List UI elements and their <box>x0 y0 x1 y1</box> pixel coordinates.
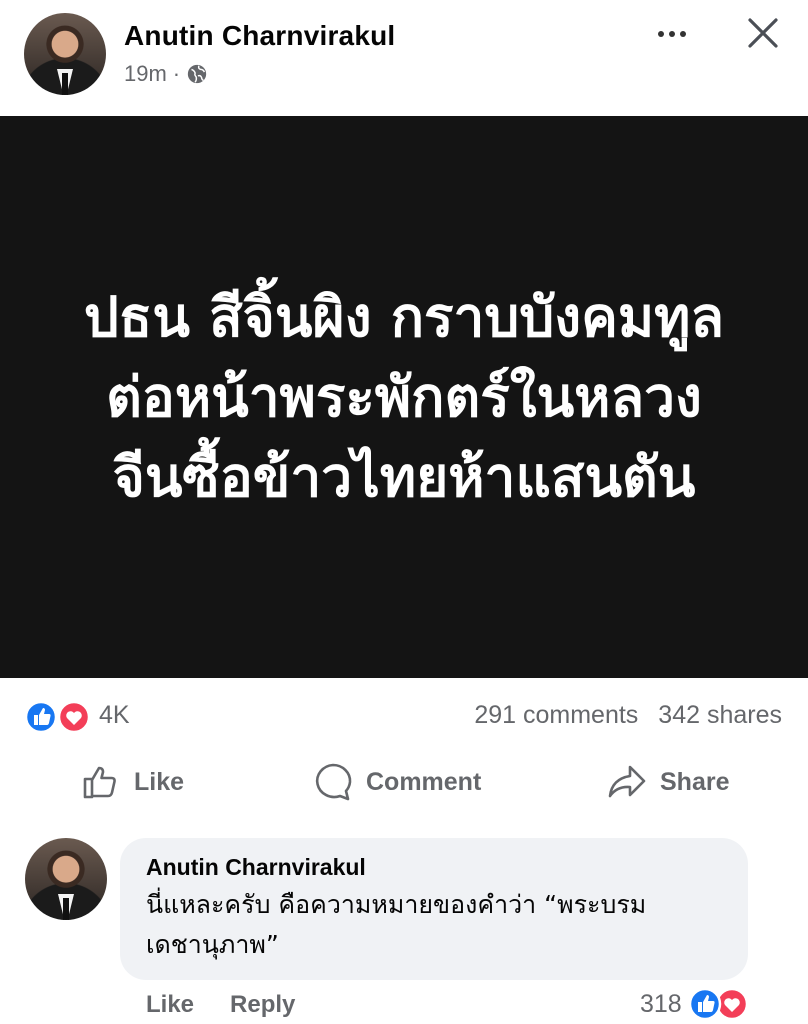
shares-count[interactable]: 342 shares <box>658 701 782 730</box>
comment-reaction-count: 318 <box>640 989 682 1018</box>
comment-actions: Like Reply <box>146 991 295 1019</box>
globe-icon <box>187 64 207 84</box>
comment-like-button[interactable]: Like <box>146 991 194 1019</box>
comment-reactions[interactable]: 318 <box>640 987 750 1021</box>
close-icon[interactable] <box>744 14 782 52</box>
post-image-line-2: ต่อหน้าพระพักตร์ในหลวง <box>106 365 702 429</box>
author-avatar[interactable] <box>24 13 106 95</box>
like-label: Like <box>134 767 185 796</box>
comments-count[interactable]: 291 comments <box>474 701 638 730</box>
comment-bubble-icon <box>315 763 352 801</box>
meta-separator: · <box>172 61 181 86</box>
post-image-line-3: จีนซื้อข้าวไทยห้าแสนตัน <box>112 445 696 509</box>
more-options-icon[interactable] <box>652 20 692 48</box>
post-meta: 19m · <box>124 61 208 87</box>
comment-reaction-icons <box>688 987 748 1021</box>
post-header: Anutin Charnvirakul 19m · <box>0 0 808 116</box>
comment-text-line-2: เดชานุภาพ” <box>146 930 279 959</box>
share-button[interactable]: Share <box>606 760 729 804</box>
comment-reply-button[interactable]: Reply <box>230 991 295 1019</box>
post-time[interactable]: 19m <box>124 61 167 87</box>
thumbs-up-icon <box>83 766 116 799</box>
post-image-line-1: ปธน สีจิ้นผิง กราบบังคมทูล <box>83 285 725 349</box>
comment-button[interactable]: Comment <box>312 760 481 804</box>
author-name[interactable]: Anutin Charnvirakul <box>124 20 395 52</box>
commenter-name[interactable]: Anutin Charnvirakul <box>146 854 722 881</box>
commenter-avatar[interactable] <box>25 838 107 920</box>
share-label: Share <box>660 767 730 796</box>
comment-text-line-1: นี่แหละครับ คือความหมายของคำว่า “พระบรม <box>146 890 647 919</box>
comment-bubble[interactable]: Anutin Charnvirakul นี่แหละครับ คือความห… <box>120 838 748 980</box>
reaction-icons[interactable] <box>24 700 92 734</box>
post-stats: 4K 291 comments 342 shares <box>0 692 808 742</box>
share-arrow-icon <box>608 765 646 798</box>
post-action-bar: Like Comment Share <box>0 752 808 812</box>
reaction-count[interactable]: 4K <box>99 701 130 730</box>
comment-item: Anutin Charnvirakul นี่แหละครับ คือความห… <box>0 835 808 1024</box>
post-image[interactable]: ปธน สีจิ้นผิง กราบบังคมทูล ต่อหน้าพระพัก… <box>0 116 808 678</box>
like-button[interactable]: Like <box>80 760 184 804</box>
comment-label: Comment <box>366 767 482 796</box>
